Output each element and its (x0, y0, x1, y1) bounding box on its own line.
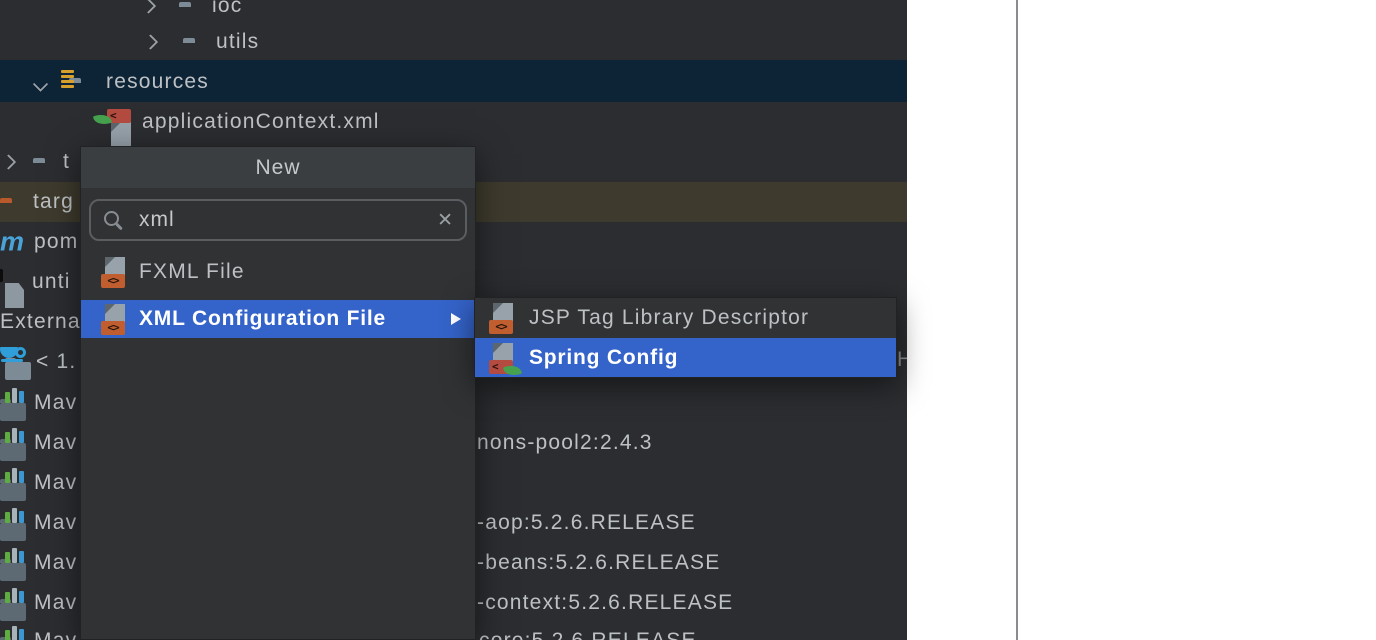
search-icon (103, 210, 123, 230)
menu-item-spring-config[interactable]: < Spring Config (475, 338, 896, 377)
chevron-right-icon (143, 34, 159, 50)
tree-item-label: Mav (34, 391, 77, 415)
chevron-right-icon (1, 154, 17, 170)
xml-file-icon: <> (101, 257, 129, 287)
tree-item-label: targ (33, 190, 74, 214)
search-input[interactable] (137, 207, 437, 233)
maven-m-icon: m (0, 229, 24, 256)
tree-item-application-context[interactable]: < applicationContext.xml (0, 102, 907, 142)
xml-file-icon: <> (489, 303, 517, 333)
xml-config-submenu: <> JSP Tag Library Descriptor < Spring C… (474, 297, 897, 378)
tree-item-label: pom (34, 230, 78, 254)
tree-item-label: Mav (34, 629, 77, 640)
menu-item-xml-configuration-file[interactable]: <> XML Configuration File (81, 300, 475, 338)
tree-item-fragment: core:5.2.6.RELEASE (479, 629, 697, 640)
tree-item-label: resources (106, 70, 209, 94)
menu-item-fxml-file[interactable]: <> FXML File (81, 251, 475, 293)
tree-item-label: t (63, 150, 70, 174)
tree-item-label: utils (216, 30, 259, 54)
menu-item-label: FXML File (139, 260, 245, 284)
menu-item-label: XML Configuration File (139, 307, 386, 331)
chevron-down-icon (33, 76, 49, 92)
popup-title: New (81, 147, 475, 188)
tree-item-label: Mav (34, 551, 77, 575)
tree-item-label: ioc (212, 0, 242, 18)
menu-item-label: Spring Config (529, 346, 678, 370)
tree-item-label: Mav (34, 591, 77, 615)
tree-item-fragment: -aop:5.2.6.RELEASE (477, 511, 696, 535)
page-background (907, 0, 1376, 640)
tree-item-label: applicationContext.xml (142, 110, 380, 134)
tree-item-label: Mav (34, 511, 77, 535)
clear-icon[interactable]: ✕ (437, 209, 453, 232)
tree-item-label: unti (32, 270, 71, 294)
resources-lines-badge (61, 70, 74, 88)
divider-line (1016, 0, 1018, 640)
menu-item-jsp-tag-library-descriptor[interactable]: <> JSP Tag Library Descriptor (475, 298, 896, 338)
tree-item-fragment: -beans:5.2.6.RELEASE (477, 551, 720, 575)
tree-item-label: Mav (34, 431, 77, 455)
popup-search-field[interactable]: ✕ (89, 199, 467, 241)
tree-item-label: Mav (34, 471, 77, 495)
tree-item-fragment: nons-pool2:2.4.3 (477, 431, 653, 455)
text-fragment: H (897, 348, 907, 372)
spring-xml-file-icon: < (489, 343, 517, 373)
ide-screenshot: ioc utils resources < applicationContext… (0, 0, 1376, 640)
xml-file-icon: <> (101, 304, 129, 334)
new-file-popup: New ✕ <> FXML File <> XML Configuration … (80, 146, 476, 640)
tree-item-label: Externa (0, 310, 81, 334)
submenu-arrow-icon (451, 313, 461, 325)
tree-item-fragment: -context:5.2.6.RELEASE (477, 591, 733, 615)
tree-item-resources[interactable]: resources (0, 62, 907, 102)
tree-item-utils[interactable]: utils (0, 22, 907, 62)
menu-item-label: JSP Tag Library Descriptor (529, 306, 809, 330)
chevron-right-icon (141, 0, 157, 14)
